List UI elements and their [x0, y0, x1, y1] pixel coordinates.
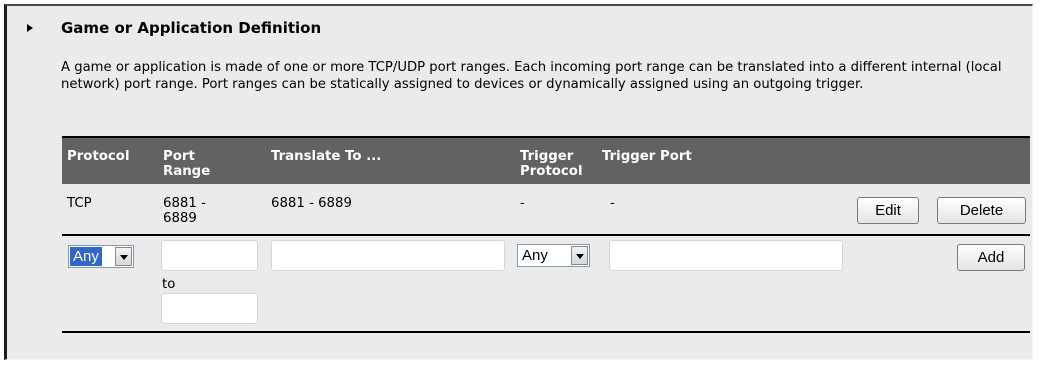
translate-to-input[interactable] — [271, 240, 505, 271]
delete-button[interactable]: Delete — [937, 197, 1026, 224]
row-trigger-port: - — [610, 196, 615, 211]
add-row: Any to Any Add — [62, 236, 1030, 331]
header-port-range: Port Range — [163, 149, 210, 179]
table-bottom-rule — [62, 331, 1030, 333]
row-trigger-protocol: - — [520, 196, 525, 211]
port-range-table: Protocol Port Range Translate To ... Tri… — [62, 136, 1030, 333]
table-row: TCP 6881 - 6889 6881 - 6889 - - Edit Del… — [62, 184, 1030, 234]
header-port-range-line1: Port — [163, 149, 195, 164]
add-button[interactable]: Add — [957, 244, 1025, 271]
header-port-range-line2: Range — [163, 164, 211, 179]
protocol-select-value: Any — [70, 247, 102, 266]
trigger-protocol-select[interactable]: Any — [517, 244, 590, 267]
header-trigger-protocol: Trigger Protocol — [520, 149, 583, 179]
header-translate-to: Translate To ... — [271, 149, 382, 164]
trigger-protocol-select-value: Any — [522, 247, 548, 264]
header-trigger-protocol-line2: Protocol — [520, 164, 583, 179]
port-range-from-input[interactable] — [161, 240, 258, 271]
row-port-range-line1: 6881 - — [163, 196, 206, 211]
row-translate-to: 6881 - 6889 — [271, 196, 352, 211]
header-trigger-port: Trigger Port — [602, 149, 692, 164]
to-label: to — [162, 277, 176, 292]
table-header-row: Protocol Port Range Translate To ... Tri… — [62, 138, 1030, 184]
row-port-range-line2: 6889 — [163, 211, 197, 226]
chevron-down-icon[interactable] — [571, 246, 588, 265]
header-trigger-protocol-line1: Trigger — [520, 149, 574, 164]
collapse-arrow-icon[interactable] — [27, 24, 33, 32]
trigger-port-input[interactable] — [609, 240, 843, 271]
row-protocol: TCP — [67, 196, 92, 211]
port-range-to-input[interactable] — [161, 293, 258, 324]
row-port-range: 6881 - 6889 — [163, 196, 206, 226]
section-description: A game or application is made of one or … — [61, 60, 1002, 92]
edit-button[interactable]: Edit — [857, 197, 919, 224]
protocol-select[interactable]: Any — [68, 245, 134, 268]
section-title: Game or Application Definition — [61, 19, 322, 37]
chevron-down-icon[interactable] — [115, 247, 132, 266]
header-protocol: Protocol — [67, 149, 130, 164]
